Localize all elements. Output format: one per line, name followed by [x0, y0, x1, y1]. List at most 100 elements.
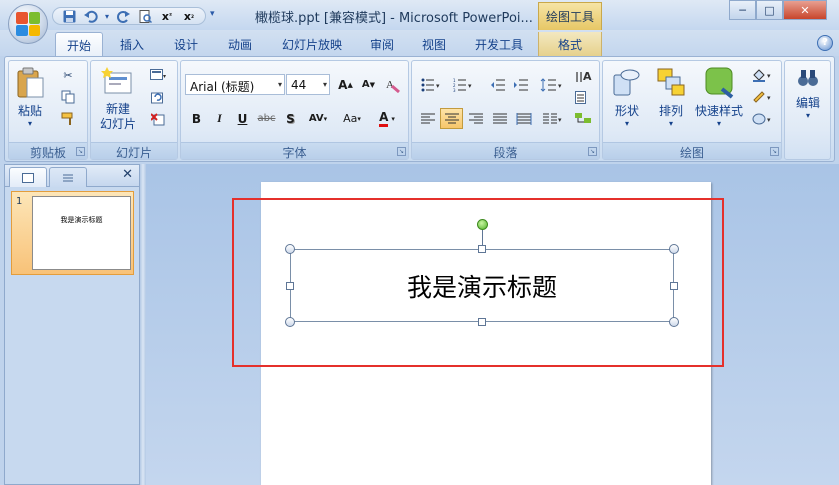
align-right-icon[interactable] [464, 108, 487, 129]
shapes-button[interactable]: 形状 ▾ [607, 65, 647, 128]
undo-dropdown-icon[interactable]: ▾ [103, 8, 111, 24]
tab-format[interactable]: 格式 [538, 32, 602, 56]
x-subscript-icon[interactable]: x₂ [179, 8, 199, 24]
svg-text:▾: ▾ [558, 116, 562, 124]
new-slide-icon [101, 65, 135, 99]
shape-effects-icon[interactable]: ▾ [749, 109, 777, 129]
shape-outline-icon[interactable]: ▾ [749, 87, 777, 107]
text-direction-icon[interactable]: ||A [572, 64, 596, 85]
distributed-icon[interactable] [512, 108, 535, 129]
paste-label: 粘贴 [17, 104, 42, 118]
decrease-indent-icon[interactable] [486, 74, 509, 95]
chevron-down-icon: ▾ [322, 80, 327, 89]
shape-fill-icon[interactable]: ▾ [749, 65, 777, 85]
change-case-label: Aa [343, 112, 358, 125]
drawing-launcher-icon[interactable]: ↘ [770, 147, 779, 156]
columns-button[interactable]: ▾ [538, 108, 568, 129]
outline-icon [63, 174, 73, 181]
tab-review[interactable]: 审阅 [360, 32, 404, 56]
editing-group[interactable]: 编辑 ▾ [784, 60, 831, 160]
slide-number: 1 [16, 196, 23, 207]
underline-button[interactable]: U [231, 108, 254, 129]
character-spacing-button[interactable]: AV ▾ [303, 108, 333, 129]
change-case-button[interactable]: Aa ▾ [337, 108, 367, 129]
x-superscript-icon[interactable]: x² [157, 8, 177, 24]
context-tab-group-drawing-tools: 绘图工具 [538, 2, 602, 30]
undo-icon[interactable] [81, 8, 101, 24]
copy-icon[interactable] [57, 87, 79, 107]
close-button[interactable]: ✕ [783, 0, 827, 20]
layout-icon[interactable]: ▾ [147, 65, 169, 85]
arrange-button[interactable]: 排列 ▾ [651, 65, 691, 128]
maximize-button[interactable]: □ [756, 0, 783, 20]
line-spacing-button[interactable]: ▾ [536, 74, 568, 95]
cut-icon[interactable]: ✂ [57, 65, 79, 85]
paragraph-launcher-icon[interactable]: ↘ [588, 147, 597, 156]
align-center-icon[interactable] [440, 108, 463, 129]
font-size-combo[interactable]: 44 ▾ [286, 74, 330, 95]
align-text-icon[interactable] [572, 87, 596, 108]
reset-slide-icon[interactable] [147, 87, 169, 107]
tab-home[interactable]: 开始 [55, 32, 103, 56]
strikethrough-button[interactable]: abc [255, 108, 278, 129]
font-size-value: 44 [291, 78, 307, 92]
slide-thumbnail-row[interactable]: 1 我是演示标题 [11, 191, 134, 275]
shrink-font-button[interactable]: A ▼ [357, 74, 380, 95]
tab-developer[interactable]: 开发工具 [466, 32, 532, 56]
help-icon[interactable]: ? [817, 35, 833, 51]
slides-pane: ✕ 1 我是演示标题 [4, 164, 140, 485]
italic-button[interactable]: I [208, 108, 231, 129]
clear-formatting-button[interactable]: A [381, 74, 404, 95]
delete-slide-icon[interactable] [147, 109, 169, 129]
bold-button[interactable]: B [185, 108, 208, 129]
title-bar: ▾ x² x₂ ▾ 橄榄球.ppt [兼容模式] - Microsoft Pow… [0, 0, 839, 30]
customize-dropdown-icon[interactable]: ▾ [210, 9, 215, 19]
office-button[interactable] [8, 4, 48, 44]
tab-animations[interactable]: 动画 [218, 32, 262, 56]
character-spacing-label: AV [308, 113, 324, 124]
chevron-down-icon: ▾ [323, 114, 328, 123]
chevron-down-icon: ▾ [277, 80, 282, 89]
shrink-font-icon: A [361, 79, 370, 90]
print-preview-icon[interactable] [135, 8, 155, 24]
increase-indent-icon[interactable] [509, 74, 532, 95]
svg-text:A: A [386, 79, 394, 91]
tab-view[interactable]: 视图 [412, 32, 456, 56]
quick-styles-button[interactable]: 快速样式 ▾ [693, 65, 745, 128]
paste-icon [13, 65, 47, 99]
editing-button[interactable]: 编辑 ▾ [789, 65, 827, 120]
tab-insert[interactable]: 插入 [110, 32, 154, 56]
save-icon[interactable] [59, 8, 79, 24]
text-shadow-button[interactable]: S [279, 108, 302, 129]
new-slide-button[interactable]: 新建 幻灯片 [95, 65, 141, 132]
paste-button[interactable]: 粘贴 ▾ [13, 65, 47, 128]
font-name-combo[interactable]: Arial (标题) ▾ [185, 74, 285, 95]
slides-tab[interactable] [9, 167, 47, 187]
clipboard-group: 粘贴 ▾ ✂ 剪贴板 ↘ [8, 60, 88, 160]
redo-icon[interactable] [113, 8, 133, 24]
smartart-icon[interactable] [572, 109, 596, 130]
svg-text:▾: ▾ [163, 73, 166, 80]
format-painter-icon[interactable] [57, 109, 79, 129]
outline-tab[interactable] [49, 167, 87, 187]
columns-icon: ▾ [543, 113, 562, 124]
font-color-button[interactable]: A ▾ [371, 108, 403, 129]
justify-icon[interactable] [488, 108, 511, 129]
close-icon[interactable]: ✕ [122, 167, 133, 182]
new-slide-label: 新建 幻灯片 [99, 102, 136, 131]
tab-slideshow[interactable]: 幻灯片放映 [272, 32, 352, 56]
minimize-button[interactable]: ─ [729, 0, 756, 20]
slide-thumbnail[interactable]: 我是演示标题 [32, 196, 131, 270]
grow-font-button[interactable]: A ▲ [334, 74, 357, 95]
editing-label: 编辑 [795, 96, 820, 110]
tab-design[interactable]: 设计 [164, 32, 208, 56]
ribbon-tabs: 开始 插入 设计 动画 幻灯片放映 审阅 视图 开发工具 格式 ? [0, 30, 839, 56]
drawing-group: 形状 ▾ 排列 ▾ 快速样式 ▾ ▾ ▾ ▾ 绘图 ↘ [602, 60, 782, 160]
align-left-icon[interactable] [416, 108, 439, 129]
numbering-button[interactable]: 1 2 3 ▾ [448, 74, 478, 95]
font-launcher-icon[interactable]: ↘ [397, 147, 406, 156]
bullets-button[interactable]: ▾ [416, 74, 446, 95]
clipboard-launcher-icon[interactable]: ↘ [76, 147, 85, 156]
chevron-down-icon: ▾ [624, 119, 629, 128]
quick-styles-icon [702, 65, 736, 99]
